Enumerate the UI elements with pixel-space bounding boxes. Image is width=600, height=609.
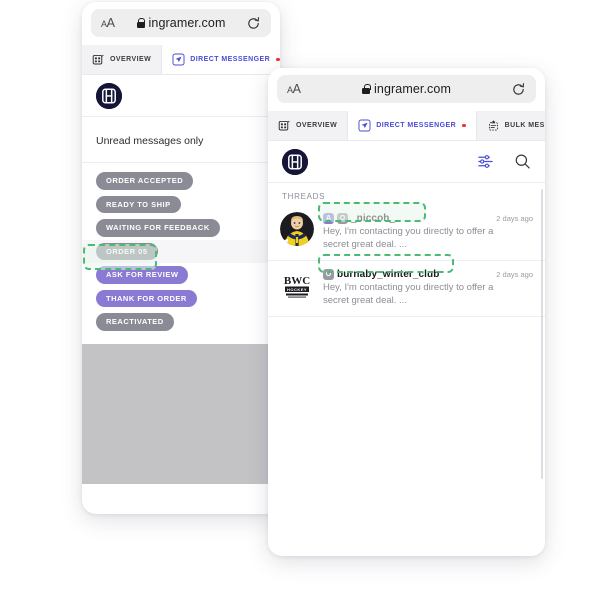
unread-filter-label: Unread messages only [96, 135, 204, 147]
tab-bulk-messaging[interactable]: BULK MESSAGING [476, 111, 545, 140]
tag-order-05[interactable]: ORDER 05 [96, 242, 158, 260]
url-text: ingramer.com [374, 82, 451, 96]
ingramer-logo-icon[interactable] [282, 148, 308, 175]
badge-order: O [337, 213, 348, 224]
tab-notification-dot [276, 57, 280, 62]
thread-header-row: O burnaby_winter_club 2 days ago [323, 269, 533, 280]
thread-timestamp: 2 days ago [496, 214, 533, 223]
tag-row[interactable]: REACTIVATED [82, 310, 280, 334]
browser-window-back: AA ingramer.com OVERVIEW DIRECT MESSENGE… [82, 2, 280, 514]
tag-waiting-for-feedback[interactable]: WAITING FOR FEEDBACK [96, 219, 220, 237]
url-display-back: ingramer.com [91, 16, 271, 30]
threads-panel: THREADS A O _niccoh_ 2 days ago Hey, I'm… [268, 183, 545, 556]
tab-direct-messenger-label: DIRECT MESSENGER [376, 122, 457, 129]
thread-username: burnaby_winter_club [337, 269, 440, 280]
bulk-messaging-icon [487, 119, 500, 132]
tag-list: ORDER ACCEPTED READY TO SHIP WAITING FOR… [82, 163, 280, 344]
overview-icon [92, 53, 105, 66]
tag-row[interactable]: WAITING FOR FEEDBACK [82, 216, 280, 240]
thread-list-item[interactable]: A O _niccoh_ 2 days ago Hey, I'm contact… [268, 205, 545, 261]
tag-thank-for-order[interactable]: THANK FOR ORDER [96, 289, 197, 307]
tag-row-selected[interactable]: ORDER 05 [82, 239, 280, 263]
tab-direct-messenger[interactable]: DIRECT MESSENGER [348, 111, 477, 140]
placeholder-block [82, 343, 280, 484]
tab-overview[interactable]: OVERVIEW [82, 45, 163, 74]
thread-header-row: A O _niccoh_ 2 days ago [323, 213, 533, 224]
threads-empty-space [268, 317, 545, 556]
thread-list-item[interactable]: BWC HOCKEY O burnaby_winter_club 2 days … [268, 261, 545, 317]
app-bar-back [82, 75, 280, 117]
url-display-front: ingramer.com [277, 82, 536, 96]
avatar [280, 212, 314, 246]
reload-icon[interactable] [246, 16, 261, 31]
tab-direct-messenger[interactable]: DIRECT MESSENGER [162, 45, 280, 74]
tab-strip-front: OVERVIEW DIRECT MESSENGER BULK MES [268, 111, 545, 141]
screenshot-stage: AA ingramer.com OVERVIEW DIRECT MESSENGE… [0, 0, 600, 609]
thread-content: O burnaby_winter_club 2 days ago Hey, I'… [323, 268, 533, 307]
text-size-icon[interactable]: AA [101, 16, 115, 30]
tag-row[interactable]: READY TO SHIP [82, 193, 280, 217]
tab-bulk-messaging-label: BULK MESSAGING [504, 122, 545, 129]
tag-ready-to-ship[interactable]: READY TO SHIP [96, 195, 181, 213]
browser-chrome-back: AA ingramer.com [82, 2, 280, 45]
vertical-scrollbar[interactable] [540, 189, 543, 479]
browser-chrome-front: AA ingramer.com [268, 68, 545, 111]
tab-overview-label: OVERVIEW [296, 122, 338, 129]
thread-content: A O _niccoh_ 2 days ago Hey, I'm contact… [323, 212, 533, 251]
thread-preview-text: Hey, I'm contacting you directly to offe… [323, 282, 494, 306]
thread-preview-text: Hey, I'm contacting you directly to offe… [323, 226, 494, 250]
thread-username: _niccoh_ [351, 213, 396, 224]
search-icon[interactable] [514, 153, 531, 170]
lock-icon [362, 84, 371, 94]
text-size-big: A [292, 82, 301, 96]
url-text: ingramer.com [148, 16, 226, 30]
tab-overview-label: OVERVIEW [110, 56, 152, 63]
url-bar-front[interactable]: AA ingramer.com [277, 75, 536, 103]
ingramer-logo-icon[interactable] [96, 82, 122, 109]
tab-notification-dot [462, 123, 466, 128]
tag-row[interactable]: THANK FOR ORDER [82, 287, 280, 311]
paper-plane-icon [358, 119, 371, 132]
tag-reactivated[interactable]: REACTIVATED [96, 313, 174, 331]
threads-section-header: THREADS [282, 192, 326, 201]
tab-strip-back: OVERVIEW DIRECT MESSENGER [82, 45, 280, 75]
app-bar-actions [477, 153, 531, 170]
text-size-icon[interactable]: AA [287, 82, 301, 96]
browser-window-front: AA ingramer.com OVERVIEW DIRECT MESSENGE… [268, 68, 545, 556]
tag-row[interactable]: ORDER ACCEPTED [82, 169, 280, 193]
tag-row[interactable]: ASK FOR REVIEW [82, 263, 280, 287]
svg-text:BWC: BWC [284, 275, 310, 287]
overview-icon [278, 119, 291, 132]
lock-icon [136, 18, 146, 28]
tab-direct-messenger-label: DIRECT MESSENGER [190, 56, 271, 63]
badge-order: O [323, 269, 334, 280]
tab-overview[interactable]: OVERVIEW [268, 111, 349, 140]
filter-icon[interactable] [477, 153, 494, 170]
thread-timestamp: 2 days ago [496, 270, 533, 279]
app-bar-front [268, 141, 545, 183]
avatar: BWC HOCKEY [280, 268, 314, 302]
unread-filter-row[interactable]: Unread messages only [82, 117, 280, 163]
text-size-big: A [106, 16, 115, 30]
reload-icon[interactable] [511, 82, 526, 97]
svg-text:HOCKEY: HOCKEY [287, 287, 307, 292]
tag-ask-for-review[interactable]: ASK FOR REVIEW [96, 266, 189, 284]
paper-plane-icon [172, 53, 185, 66]
badge-automation: A [323, 213, 334, 224]
tag-order-accepted[interactable]: ORDER ACCEPTED [96, 172, 194, 190]
url-bar-back[interactable]: AA ingramer.com [91, 9, 271, 37]
